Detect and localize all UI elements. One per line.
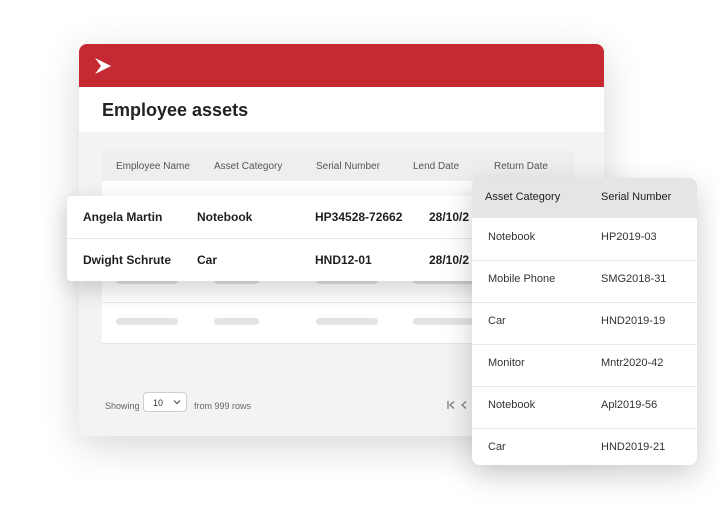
- serial-number-cell: HND12-01: [315, 253, 372, 267]
- employee-name-cell: Dwight Schrute: [83, 253, 172, 267]
- serial-number-cell: HND2019-19: [601, 315, 666, 327]
- list-item[interactable]: Mobile Phone SMG2018-31: [472, 260, 697, 303]
- first-page-icon[interactable]: [446, 400, 456, 410]
- asset-category-cell: Monitor: [488, 357, 525, 369]
- asset-card-header: Asset Category Serial Number: [472, 178, 697, 218]
- serial-number-cell: Mntr2020-42: [601, 357, 664, 369]
- table-header: Employee Name Asset Category Serial Numb…: [102, 151, 575, 181]
- asset-category-cell: Notebook: [488, 399, 536, 411]
- table-row[interactable]: Dwight Schrute Car HND12-01 28/10/2: [67, 239, 495, 281]
- asset-list-card: Asset Category Serial Number Notebook HP…: [472, 178, 697, 465]
- chevron-down-icon: [173, 400, 181, 405]
- placeholder-bar: [116, 318, 178, 325]
- column-header-return-date[interactable]: Return Date: [494, 161, 548, 172]
- serial-number-cell: HP2019-03: [601, 231, 657, 243]
- serial-number-cell: HP34528-72662: [315, 210, 403, 224]
- placeholder-bar: [316, 318, 378, 325]
- table-row[interactable]: Angela Martin Notebook HP34528-72662 28/…: [67, 196, 495, 238]
- asset-category-cell: Car: [488, 441, 506, 453]
- employee-name-cell: Angela Martin: [83, 210, 163, 224]
- column-header-serial-number[interactable]: Serial Number: [601, 191, 671, 203]
- list-item[interactable]: Notebook Apl2019-56: [472, 386, 697, 429]
- list-item[interactable]: Car HND2019-21: [472, 428, 697, 465]
- page-size-value: 10: [153, 398, 164, 408]
- page-title: Employee assets: [102, 100, 249, 120]
- placeholder-bar: [214, 318, 259, 325]
- asset-category-cell: Car: [197, 253, 218, 267]
- list-item[interactable]: Car HND2019-19: [472, 302, 697, 345]
- asset-category-cell: Notebook: [488, 231, 536, 243]
- showing-label: Showing: [105, 401, 140, 411]
- serial-number-cell: HND2019-21: [601, 441, 666, 453]
- serial-number-cell: SMG2018-31: [601, 273, 667, 285]
- page-size-select[interactable]: 10: [143, 392, 187, 412]
- serial-number-cell: Apl2019-56: [601, 399, 658, 411]
- column-header-employee-name[interactable]: Employee Name: [116, 161, 190, 172]
- list-item[interactable]: Monitor Mntr2020-42: [472, 344, 697, 387]
- asset-category-cell: Car: [488, 315, 506, 327]
- lend-date-cell: 28/10/2: [429, 210, 470, 224]
- brand-logo-icon[interactable]: [93, 56, 113, 76]
- column-header-asset-category[interactable]: Asset Category: [214, 161, 282, 172]
- app-header-bar: [79, 44, 604, 87]
- highlighted-rows-card: Angela Martin Notebook HP34528-72662 28/…: [67, 196, 495, 281]
- row-count-label: from 999 rows: [194, 401, 252, 411]
- prev-page-icon[interactable]: [459, 400, 469, 410]
- asset-category-cell: Notebook: [197, 210, 253, 224]
- asset-category-cell: Mobile Phone: [488, 273, 556, 285]
- column-header-asset-category[interactable]: Asset Category: [485, 191, 560, 203]
- lend-date-cell: 28/10/2: [429, 253, 470, 267]
- column-header-serial-number[interactable]: Serial Number: [316, 161, 380, 172]
- list-item[interactable]: Notebook HP2019-03: [472, 218, 697, 261]
- column-header-lend-date[interactable]: Lend Date: [413, 161, 459, 172]
- placeholder-bar: [413, 318, 473, 325]
